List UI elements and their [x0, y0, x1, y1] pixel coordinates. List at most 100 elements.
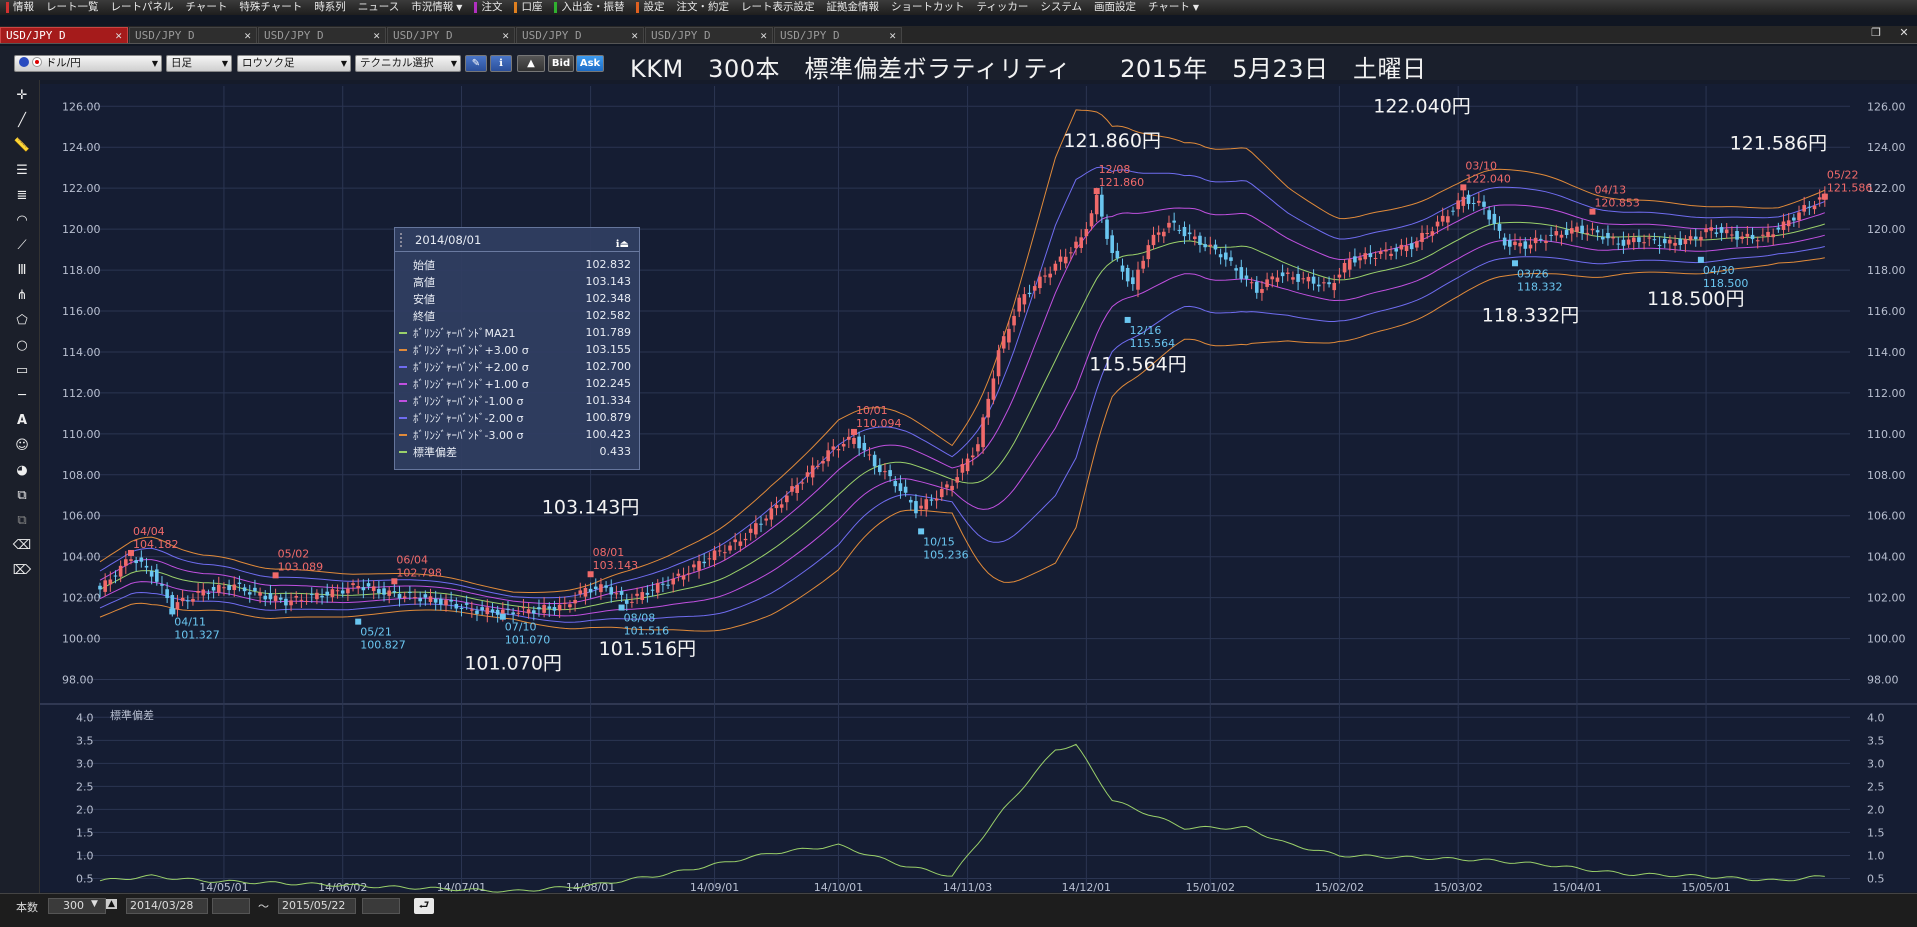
menu-item[interactable]: 口座: [508, 0, 548, 15]
candle-body: [1508, 240, 1512, 247]
price-callout: 101.516円: [599, 638, 697, 660]
candle-body: [1569, 228, 1574, 234]
info-panel[interactable]: 2014/08/01 ℹ⏏ 始値 102.832 高値 103.143 安値 102.34…: [394, 227, 640, 470]
series-swatch-icon: [399, 264, 407, 266]
chart-tab[interactable]: USD/JPY D ✕: [129, 27, 257, 43]
chart-area[interactable]: 126.00 126.00 124.00 124.00 122.00 122.00 120.…: [40, 80, 1917, 893]
close-tab-icon[interactable]: ✕: [760, 28, 767, 44]
chart-tab[interactable]: USD/JPY D ✕: [387, 27, 515, 43]
fan-icon[interactable]: ⟋: [12, 236, 32, 256]
currency-select[interactable]: ドル/円 ▼: [14, 55, 162, 72]
eraser-icon[interactable]: ⌫: [12, 536, 32, 556]
candle-body: [1223, 252, 1228, 260]
ask-button[interactable]: Ask: [576, 55, 604, 72]
candle-body: [1776, 227, 1781, 230]
info-icon[interactable]: ℹ: [490, 55, 512, 72]
bid-button[interactable]: Bid: [548, 55, 574, 72]
menu-item[interactable]: ティッカー: [970, 0, 1034, 15]
ruler-icon[interactable]: 📏: [12, 136, 32, 156]
menu-item[interactable]: チャート ▼: [1142, 0, 1205, 15]
candle-body: [1766, 231, 1770, 237]
technical-select[interactable]: テクニカル選択 ▼: [355, 55, 461, 72]
mountain-chart-icon[interactable]: ▲: [517, 55, 545, 72]
bar-count-down-icon[interactable]: ▼: [91, 899, 98, 909]
close-tab-icon[interactable]: ✕: [244, 28, 251, 44]
candle-body: [557, 604, 562, 611]
bar-count-up-icon[interactable]: ▲: [106, 899, 117, 909]
menu-item[interactable]: 情報: [0, 0, 40, 15]
chart-tab[interactable]: USD/JPY D ✕: [774, 27, 902, 43]
menu-item[interactable]: ショートカット: [885, 0, 971, 15]
chart-tab[interactable]: USD/JPY D ✕: [516, 27, 644, 43]
palette-icon[interactable]: ◕: [12, 461, 32, 481]
low-marker: [618, 604, 625, 611]
close-tab-icon[interactable]: ✕: [502, 28, 509, 44]
from-date-input[interactable]: 2014/03/28: [126, 898, 208, 914]
y-tick-label-right: 102.00: [1867, 592, 1906, 605]
menu-item[interactable]: 証拠金情報: [820, 0, 885, 15]
menu-item[interactable]: システム: [1034, 0, 1088, 15]
emoji-icon[interactable]: ☺: [12, 436, 32, 456]
series-swatch-icon: [399, 331, 407, 334]
close-tab-icon[interactable]: ✕: [889, 28, 896, 44]
multi-lines-icon[interactable]: ≣: [12, 186, 32, 206]
chevron-down-icon: ▼: [340, 59, 347, 68]
to-date-input[interactable]: 2015/05/22: [278, 898, 356, 914]
candle-body: [315, 592, 319, 600]
menu-item[interactable]: ニュース: [352, 0, 405, 15]
pencil-icon[interactable]: ✎: [465, 55, 487, 72]
menu-item[interactable]: レート一覧: [40, 0, 105, 15]
period-select[interactable]: 日足 ▼: [166, 55, 232, 72]
menu-item[interactable]: 市況情報 ▼: [405, 0, 468, 15]
candle-body: [697, 561, 701, 571]
menu-item[interactable]: 特殊チャート: [233, 0, 308, 15]
info-row-value: 103.155: [585, 343, 632, 356]
pitchfork-icon[interactable]: ⋔: [12, 286, 32, 306]
from-time-input[interactable]: [212, 898, 250, 914]
info-collapse-icon[interactable]: ℹ⏏: [616, 233, 629, 257]
paste-icon[interactable]: ⧉: [12, 511, 32, 531]
crosshair-icon[interactable]: ✛: [12, 86, 32, 106]
return-button[interactable]: ⮐: [414, 898, 434, 914]
arc-icon[interactable]: ◠: [12, 211, 32, 231]
menu-item-label: 特殊チャート: [239, 1, 303, 13]
menu-item[interactable]: チャート: [180, 0, 234, 15]
menu-item[interactable]: レートパネル: [105, 0, 180, 15]
candle-body: [960, 464, 965, 473]
stdev-pane-title: 標準偏差: [110, 708, 154, 722]
chart-tab[interactable]: USD/JPY D ✕: [0, 27, 128, 43]
chart-tab[interactable]: USD/JPY D ✕: [258, 27, 386, 43]
circle-icon[interactable]: ○: [12, 336, 32, 356]
menu-item[interactable]: 注文・約定: [670, 0, 735, 15]
horizontal-line-icon[interactable]: ─: [12, 386, 32, 406]
menu-item[interactable]: レート表示設定: [735, 0, 821, 15]
eraser-all-icon[interactable]: ⌦: [12, 561, 32, 581]
close-tab-icon[interactable]: ✕: [373, 28, 380, 44]
menu-item[interactable]: 注文: [468, 0, 508, 15]
menu-item[interactable]: 時系列: [308, 0, 352, 15]
vertical-lines-icon[interactable]: Ⅲ: [12, 261, 32, 281]
chart-tab[interactable]: USD/JPY D ✕: [645, 27, 773, 43]
text-tool-icon[interactable]: A: [12, 411, 32, 431]
rectangle-icon[interactable]: ▭: [12, 361, 32, 381]
horizontal-lines-icon[interactable]: ☰: [12, 161, 32, 181]
candle-body: [382, 588, 386, 595]
close-window-icon[interactable]: ✕: [1897, 27, 1911, 39]
info-panel-header[interactable]: 2014/08/01 ℹ⏏: [395, 228, 639, 252]
drag-handle-icon[interactable]: [400, 233, 404, 247]
copy-icon[interactable]: ⧉: [12, 486, 32, 506]
restore-icon[interactable]: ❐: [1869, 27, 1883, 39]
to-time-input[interactable]: [362, 898, 400, 914]
close-tab-icon[interactable]: ✕: [115, 28, 122, 44]
candle-body: [284, 598, 288, 606]
menu-item[interactable]: 入出金・振替: [548, 0, 630, 15]
trendline-icon[interactable]: ╱: [12, 111, 32, 131]
menu-item[interactable]: 設定: [630, 0, 670, 15]
menu-item[interactable]: 画面設定: [1088, 0, 1142, 15]
close-tab-icon[interactable]: ✕: [631, 28, 638, 44]
candle-body: [408, 591, 412, 593]
candle-body: [609, 587, 614, 595]
chart-type-select[interactable]: ロウソク足 ▼: [237, 55, 351, 72]
annotation-value: 104.182: [133, 538, 179, 551]
pentagon-icon[interactable]: ⬠: [12, 311, 32, 331]
